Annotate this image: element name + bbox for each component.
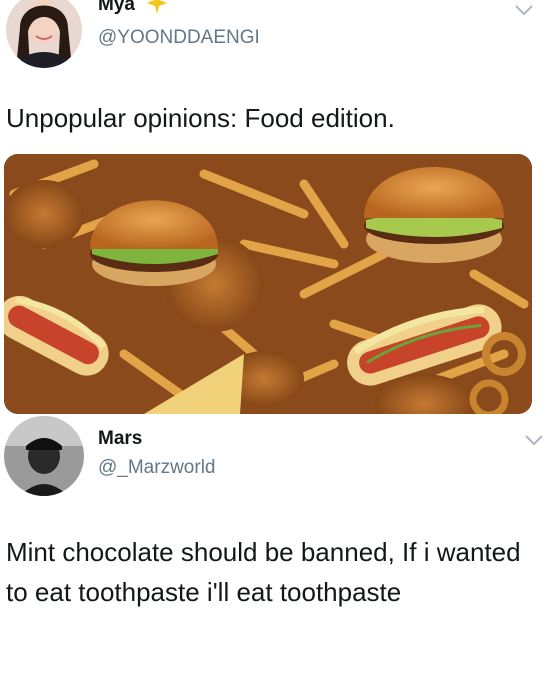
chevron-down-icon[interactable] bbox=[524, 434, 544, 446]
display-name[interactable]: Mars bbox=[98, 428, 142, 450]
handle[interactable]: @YOONDDAENGI bbox=[98, 27, 260, 49]
tweet-header-mars: Mars @_Marzworld bbox=[0, 414, 556, 504]
tweet-header-mya: Mya @YOONDDAENGI bbox=[0, 0, 556, 70]
avatar[interactable] bbox=[6, 0, 82, 68]
sparkles-icon bbox=[146, 0, 168, 19]
handle[interactable]: @_Marzworld bbox=[98, 457, 215, 479]
chevron-down-icon[interactable] bbox=[514, 4, 534, 16]
tweet-text: Mint chocolate should be banned, If i wa… bbox=[6, 537, 521, 607]
tweet-media-image[interactable] bbox=[4, 154, 532, 414]
tweet-text: Unpopular opinions: Food edition. bbox=[6, 103, 395, 133]
display-name[interactable]: Mya bbox=[98, 0, 135, 16]
avatar[interactable] bbox=[4, 416, 84, 496]
